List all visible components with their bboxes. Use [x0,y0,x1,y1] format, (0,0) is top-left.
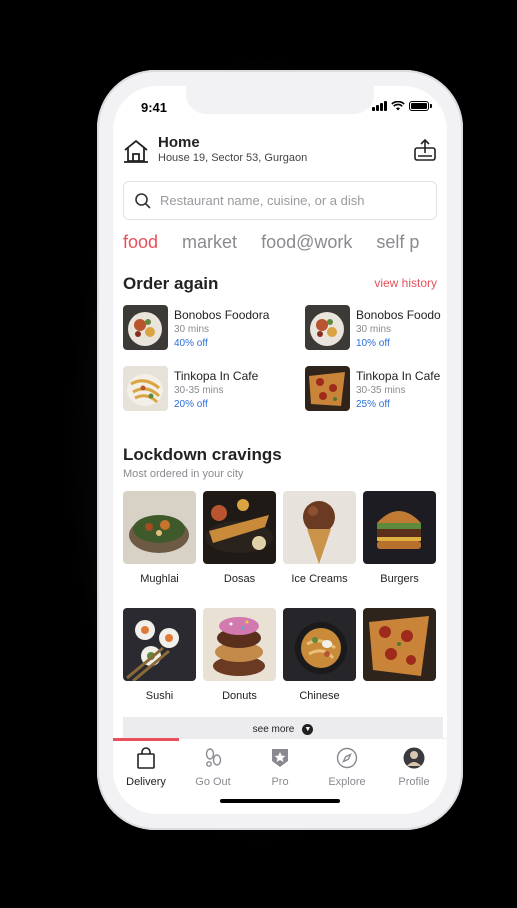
restaurant-thumbnail [123,366,168,411]
offer-badge: 40% off [174,338,208,349]
lockdown-cravings-title: Lockdown cravings [123,445,282,464]
restaurant-name: Bonobos Foodo [356,308,441,322]
tab-food[interactable]: food [123,232,158,253]
restaurant-thumbnail [305,366,350,411]
cuisine-tile-mughlai[interactable]: Mughlai [123,491,196,585]
see-more-label: see more [252,724,295,735]
pro-star-icon [272,749,288,767]
location-address: House 19, Sector 53, Gurgaon [158,152,308,164]
delivery-time: 30-35 mins [356,385,406,396]
cuisine-label: Chinese [299,690,340,702]
category-tabs: food market food@work self p [123,232,419,253]
offer-badge: 25% off [356,399,390,410]
offer-badge: 10% off [356,338,390,349]
cuisine-image [283,491,356,564]
nav-label: Delivery [126,776,166,788]
shopping-bag-icon [137,747,155,769]
nav-label: Pro [271,776,289,788]
nav-label: Explore [328,776,366,788]
restaurant-thumbnail [123,305,168,350]
cuisine-image [203,608,276,681]
delivery-time: 30 mins [356,324,392,335]
cuisine-image [363,491,436,564]
nav-label: Go Out [195,776,231,788]
nav-profile[interactable]: Profile [381,747,447,788]
nav-go-out[interactable]: Go Out [180,747,246,788]
avatar-icon [403,747,425,769]
cuisine-label: Ice Creams [291,573,348,585]
share-icon[interactable] [413,138,437,162]
cuisine-image [363,608,436,681]
cuisine-tile-burgers[interactable]: Burgers [363,491,436,585]
cravings-subtitle: Most ordered in your city [123,468,244,480]
tab-self-pickup[interactable]: self p [376,232,419,253]
location-title: Home [158,134,200,151]
cuisine-image [123,608,196,681]
nav-label: Profile [398,776,430,788]
cuisine-tile-pizza[interactable] [363,608,436,690]
nav-delivery[interactable]: Delivery [113,747,179,788]
search-input[interactable]: Restaurant name, cuisine, or a dish [123,181,437,220]
cuisine-label: Burgers [380,573,419,585]
view-history-link[interactable]: view history [374,276,437,290]
battery-icon [409,101,432,111]
order-card[interactable]: Bonobos Foodo 30 mins 10% off [305,305,447,353]
cuisine-label: Mughlai [140,573,179,585]
cuisine-image [203,491,276,564]
restaurant-name: Tinkopa In Cafe [174,369,259,383]
cuisine-tile-chinese[interactable]: Chinese [283,608,356,702]
notch [186,86,374,114]
home-indicator [220,799,340,803]
restaurant-name: Tinkopa In Cafe [356,369,441,383]
offer-badge: 20% off [174,399,208,410]
signal-icon [372,101,387,111]
nav-pro[interactable]: Pro [247,747,313,788]
status-icons [372,101,432,111]
cuisine-tile-ice-creams[interactable]: Ice Creams [283,491,356,585]
home-icon [124,139,148,163]
cuisine-tile-dosas[interactable]: Dosas [203,491,276,585]
tab-food-at-work[interactable]: food@work [261,232,352,253]
cuisine-image [123,491,196,564]
location-header[interactable]: Home House 19, Sector 53, Gurgaon [123,132,437,172]
delivery-time: 30-35 mins [174,385,224,396]
cuisine-tile-donuts[interactable]: Donuts [203,608,276,702]
order-again-title: Order again [123,274,219,293]
cuisine-label: Donuts [222,690,257,702]
cuisine-label: Sushi [145,690,174,702]
tab-market[interactable]: market [182,232,237,253]
cuisine-label: Dosas [223,573,256,585]
footprints-icon [205,748,222,767]
restaurant-thumbnail [305,305,350,350]
wifi-icon [391,101,405,111]
bottom-nav: Delivery Go Out Pro Explore Profile [113,738,447,814]
order-card[interactable]: Tinkopa In Cafe 30-35 mins 20% off [123,366,293,414]
chevron-down-icon: ▼ [302,724,314,735]
nav-explore[interactable]: Explore [314,747,380,788]
app-screen: 9:41 Home House 19, Sector 53, Gurgaon R… [113,86,447,814]
order-card[interactable]: Bonobos Foodora 30 mins 40% off [123,305,293,353]
delivery-time: 30 mins [174,324,210,335]
search-icon [135,192,151,209]
compass-icon [336,747,358,769]
order-card[interactable]: Tinkopa In Cafe 30-35 mins 25% off [305,366,447,414]
active-tab-indicator [113,738,179,741]
search-placeholder: Restaurant name, cuisine, or a dish [160,193,365,208]
cuisine-tile-sushi[interactable]: Sushi [123,608,196,702]
restaurant-name: Bonobos Foodora [174,308,270,322]
cuisine-image [283,608,356,681]
status-time: 9:41 [141,100,168,115]
